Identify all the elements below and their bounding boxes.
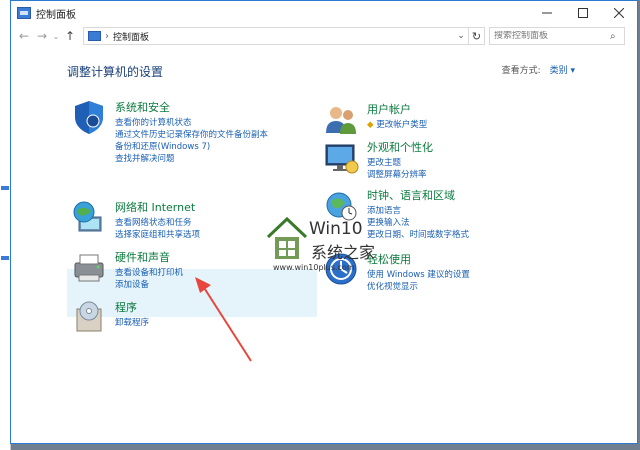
printer-icon: [74, 254, 104, 282]
refresh-button[interactable]: ↻: [469, 27, 485, 45]
control-panel-icon: [17, 7, 31, 19]
view-by-value[interactable]: 类别: [550, 66, 568, 76]
task-link[interactable]: 更换输入法: [367, 217, 469, 229]
minimize-button[interactable]: [529, 1, 565, 25]
shield-icon: [75, 101, 103, 134]
category-appearance[interactable]: 外观和个性化 更改主题 调整屏幕分辨率: [323, 139, 433, 181]
close-icon: [614, 8, 624, 18]
chevron-down-icon: ⌄: [52, 31, 60, 41]
task-link[interactable]: 卸载程序: [115, 317, 149, 329]
task-link[interactable]: 备份和还原(Windows 7): [115, 141, 268, 153]
task-link[interactable]: 添加语言: [367, 205, 469, 217]
category-title[interactable]: 硬件和声音: [115, 249, 183, 265]
minimize-icon: [542, 12, 552, 14]
view-by-label: 查看方式:: [501, 66, 541, 76]
task-link[interactable]: 选择家庭组和共享选项: [115, 229, 200, 241]
category-network-internet[interactable]: 网络和 Internet 查看网络状态和任务 选择家庭组和共享选项: [71, 199, 200, 241]
arrow-up-icon: ↑: [64, 29, 76, 43]
view-by: 查看方式: 类别 ▾: [502, 63, 575, 76]
control-panel-window: 控制面板 ← → ⌄ ↑ › 控制面板 ⌄ ↻ ⌕: [10, 0, 638, 444]
clock-globe-icon: [326, 192, 357, 221]
window-title: 控制面板: [36, 9, 76, 21]
up-button[interactable]: ↑: [61, 27, 79, 45]
main-content: 调整计算机的设置 查看方式: 类别 ▾ 系统和安全 查看你的计算机状态 通过文件…: [11, 47, 637, 443]
task-link[interactable]: 查看你的计算机状态: [115, 117, 268, 129]
maximize-button[interactable]: [565, 1, 601, 25]
maximize-icon: [578, 8, 588, 18]
uac-shield-icon: ◆: [367, 120, 374, 130]
search-box[interactable]: ⌕: [489, 27, 625, 45]
task-link[interactable]: 使用 Windows 建议的设置: [367, 269, 470, 281]
view-by-dropdown[interactable]: 类别 ▾: [550, 66, 575, 76]
watermark-subtitle: 系统之家: [311, 243, 376, 262]
dropdown-arrow-icon: ▾: [570, 66, 575, 76]
search-input[interactable]: [490, 31, 610, 41]
category-title[interactable]: 轻松使用: [367, 251, 470, 267]
desktop-selection-mark: [1, 186, 9, 190]
breadcrumb-control-panel[interactable]: 控制面板: [113, 30, 149, 43]
category-title[interactable]: 外观和个性化: [367, 139, 433, 155]
category-system-security[interactable]: 系统和安全 查看你的计算机状态 通过文件历史记录保存你的文件备份副本 备份和还原…: [71, 99, 268, 165]
forward-button[interactable]: →: [33, 27, 51, 45]
address-bar[interactable]: › 控制面板 ⌄: [83, 27, 469, 45]
users-icon: [326, 107, 356, 134]
navigation-bar: ← → ⌄ ↑ › 控制面板 ⌄ ↻ ⌕: [11, 25, 637, 47]
programs-disc-icon: [76, 301, 102, 332]
task-link[interactable]: 通过文件历史记录保存你的文件备份副本: [115, 129, 268, 141]
watermark-url: www.win10plus.com: [273, 263, 355, 272]
annotation-arrow-icon: [195, 277, 252, 362]
task-link[interactable]: 更改日期、时间或数字格式: [367, 229, 469, 241]
task-link[interactable]: 调整屏幕分辨率: [367, 169, 433, 181]
control-panel-icon: [88, 31, 101, 41]
desktop-selection-mark: [1, 256, 9, 260]
refresh-icon: ↻: [471, 29, 482, 43]
task-link[interactable]: 更改主题: [367, 157, 433, 169]
task-link[interactable]: 添加设备: [115, 279, 183, 291]
recent-locations-button[interactable]: ⌄: [51, 27, 61, 45]
caption-buttons: [529, 1, 637, 25]
address-dropdown-icon[interactable]: ⌄: [454, 31, 468, 41]
page-heading: 调整计算机的设置: [67, 65, 164, 79]
category-title[interactable]: 网络和 Internet: [115, 199, 200, 215]
back-button[interactable]: ←: [15, 27, 33, 45]
breadcrumb-separator-icon[interactable]: ›: [105, 31, 109, 42]
task-link[interactable]: 优化视觉显示: [367, 281, 470, 293]
arrow-left-icon: ←: [18, 29, 30, 43]
task-link[interactable]: 查看网络状态和任务: [115, 217, 200, 229]
task-link-label[interactable]: 更改帐户类型: [376, 120, 427, 130]
watermark-title: Win10: [309, 219, 363, 239]
category-programs[interactable]: 程序 卸载程序: [71, 299, 149, 335]
search-icon[interactable]: ⌕: [610, 31, 616, 42]
category-title[interactable]: 用户帐户: [367, 101, 427, 117]
category-title[interactable]: 程序: [115, 299, 149, 315]
title-bar[interactable]: 控制面板: [11, 1, 637, 25]
task-link[interactable]: 查找并解决问题: [115, 153, 268, 165]
category-title[interactable]: 系统和安全: [115, 99, 268, 115]
task-link[interactable]: 查看设备和打印机: [115, 267, 183, 279]
monitor-palette-icon: [325, 144, 359, 174]
close-button[interactable]: [601, 1, 637, 25]
category-title[interactable]: 时钟、语言和区域: [367, 187, 469, 203]
category-hardware-sound[interactable]: 硬件和声音 查看设备和打印机 添加设备: [71, 249, 183, 291]
watermark-house-logo-icon: [266, 216, 308, 259]
arrow-right-icon: →: [36, 29, 48, 43]
network-globe-icon: [73, 201, 102, 232]
task-link[interactable]: ◆ 更改帐户类型: [367, 119, 427, 131]
category-user-accounts[interactable]: 用户帐户 ◆ 更改帐户类型: [323, 101, 427, 137]
